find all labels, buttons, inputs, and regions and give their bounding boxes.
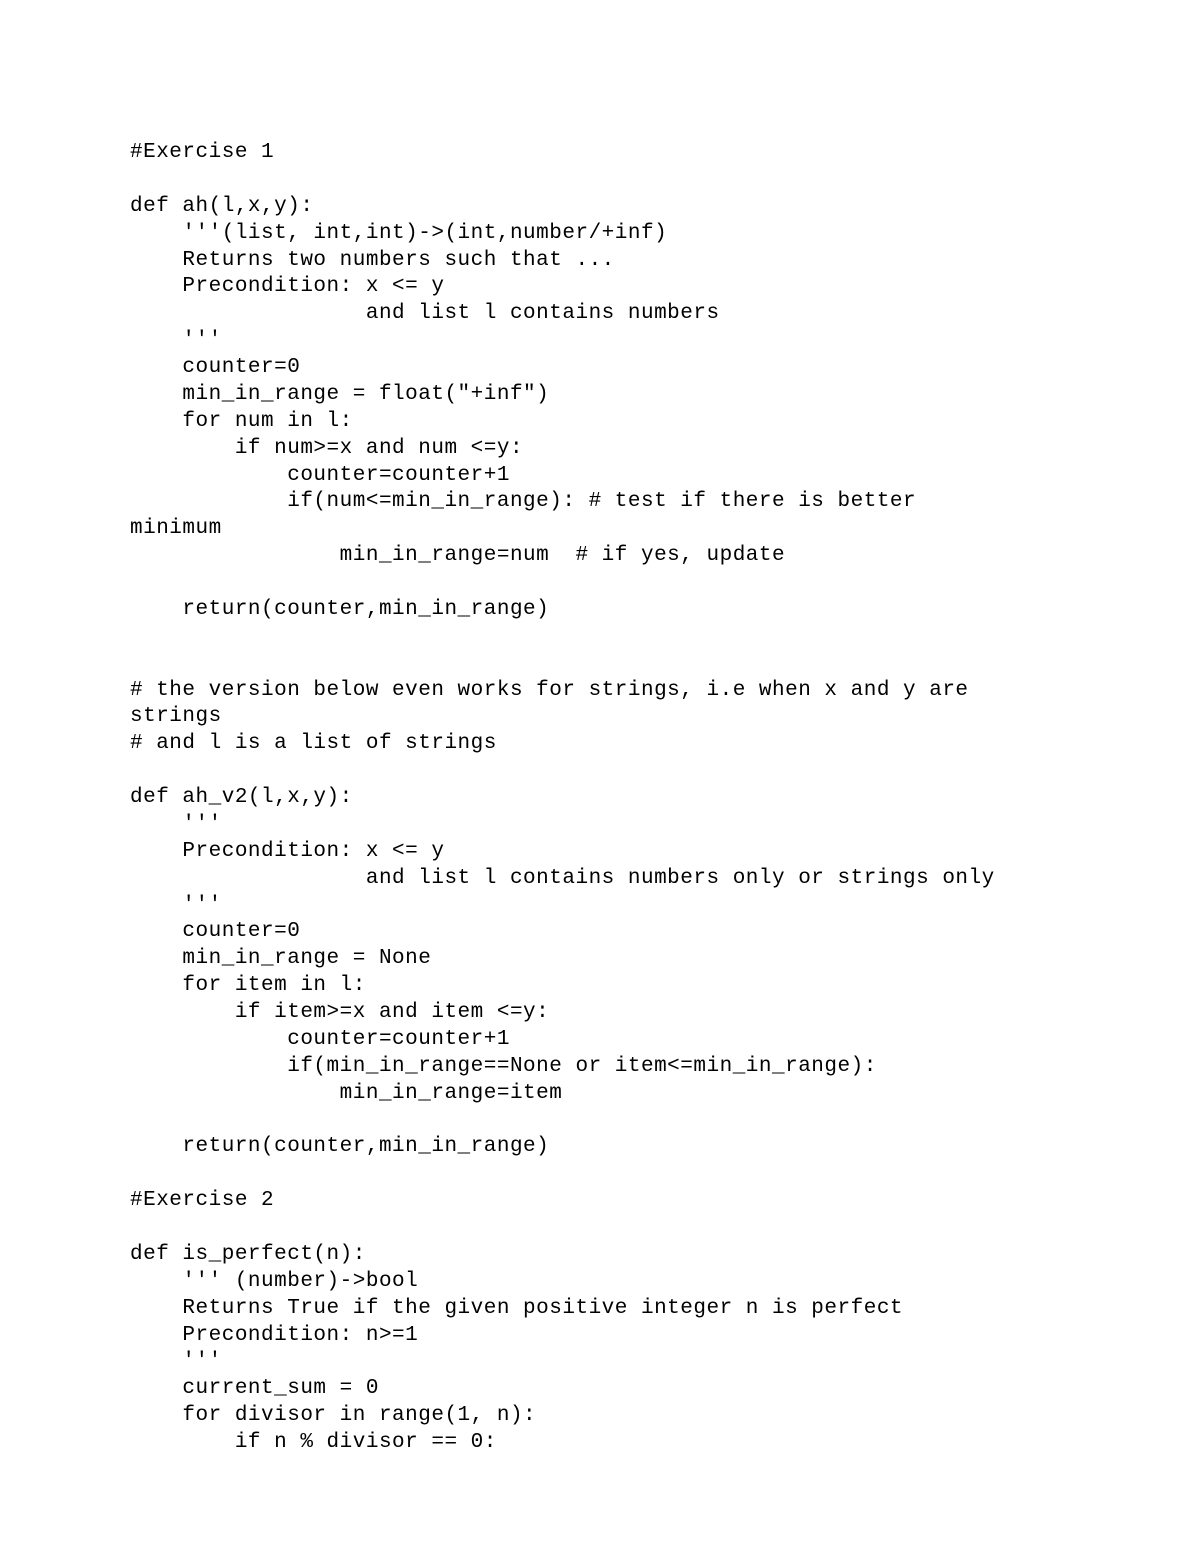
code-line: strings <box>130 704 1070 731</box>
code-line: current_sum = 0 <box>130 1376 1070 1403</box>
code-line: def is_perfect(n): <box>130 1242 1070 1269</box>
code-line: and list l contains numbers only or stri… <box>130 866 1070 893</box>
code-line: def ah(l,x,y): <box>130 194 1070 221</box>
code-line: ''' <box>130 812 1070 839</box>
code-line: if(min_in_range==None or item<=min_in_ra… <box>130 1054 1070 1081</box>
code-line <box>130 1108 1070 1135</box>
code-line: for num in l: <box>130 409 1070 436</box>
code-line: min_in_range = None <box>130 946 1070 973</box>
code-line: Precondition: x <= y <box>130 274 1070 301</box>
code-line: Precondition: x <= y <box>130 839 1070 866</box>
code-line: if n % divisor == 0: <box>130 1430 1070 1457</box>
code-line: if num>=x and num <=y: <box>130 436 1070 463</box>
code-line: #Exercise 2 <box>130 1188 1070 1215</box>
code-document: #Exercise 1 def ah(l,x,y): '''(list, int… <box>130 140 1070 1457</box>
code-line <box>130 758 1070 785</box>
code-line: ''' <box>130 328 1070 355</box>
code-line: for divisor in range(1, n): <box>130 1403 1070 1430</box>
code-line: ''' <box>130 1349 1070 1376</box>
code-line: counter=counter+1 <box>130 1027 1070 1054</box>
code-line: counter=0 <box>130 919 1070 946</box>
code-line: Returns two numbers such that ... <box>130 248 1070 275</box>
code-line: if item>=x and item <=y: <box>130 1000 1070 1027</box>
code-line: '''(list, int,int)->(int,number/+inf) <box>130 221 1070 248</box>
code-line: ''' <box>130 893 1070 920</box>
code-line: min_in_range=item <box>130 1081 1070 1108</box>
code-line: min_in_range = float("+inf") <box>130 382 1070 409</box>
code-line: Returns True if the given positive integ… <box>130 1296 1070 1323</box>
code-line <box>130 570 1070 597</box>
code-line: if(num<=min_in_range): # test if there i… <box>130 489 1070 516</box>
code-line: and list l contains numbers <box>130 301 1070 328</box>
code-line: Precondition: n>=1 <box>130 1323 1070 1350</box>
code-line: return(counter,min_in_range) <box>130 1134 1070 1161</box>
code-line <box>130 167 1070 194</box>
code-line: #Exercise 1 <box>130 140 1070 167</box>
code-line: counter=counter+1 <box>130 463 1070 490</box>
code-line: counter=0 <box>130 355 1070 382</box>
code-line <box>130 624 1070 651</box>
code-line <box>130 1215 1070 1242</box>
code-line <box>130 1161 1070 1188</box>
code-line: minimum <box>130 516 1070 543</box>
code-line: def ah_v2(l,x,y): <box>130 785 1070 812</box>
code-line: for item in l: <box>130 973 1070 1000</box>
code-line: return(counter,min_in_range) <box>130 597 1070 624</box>
code-line: # and l is a list of strings <box>130 731 1070 758</box>
code-line <box>130 651 1070 678</box>
code-line: ''' (number)->bool <box>130 1269 1070 1296</box>
code-line: min_in_range=num # if yes, update <box>130 543 1070 570</box>
code-line: # the version below even works for strin… <box>130 678 1070 705</box>
